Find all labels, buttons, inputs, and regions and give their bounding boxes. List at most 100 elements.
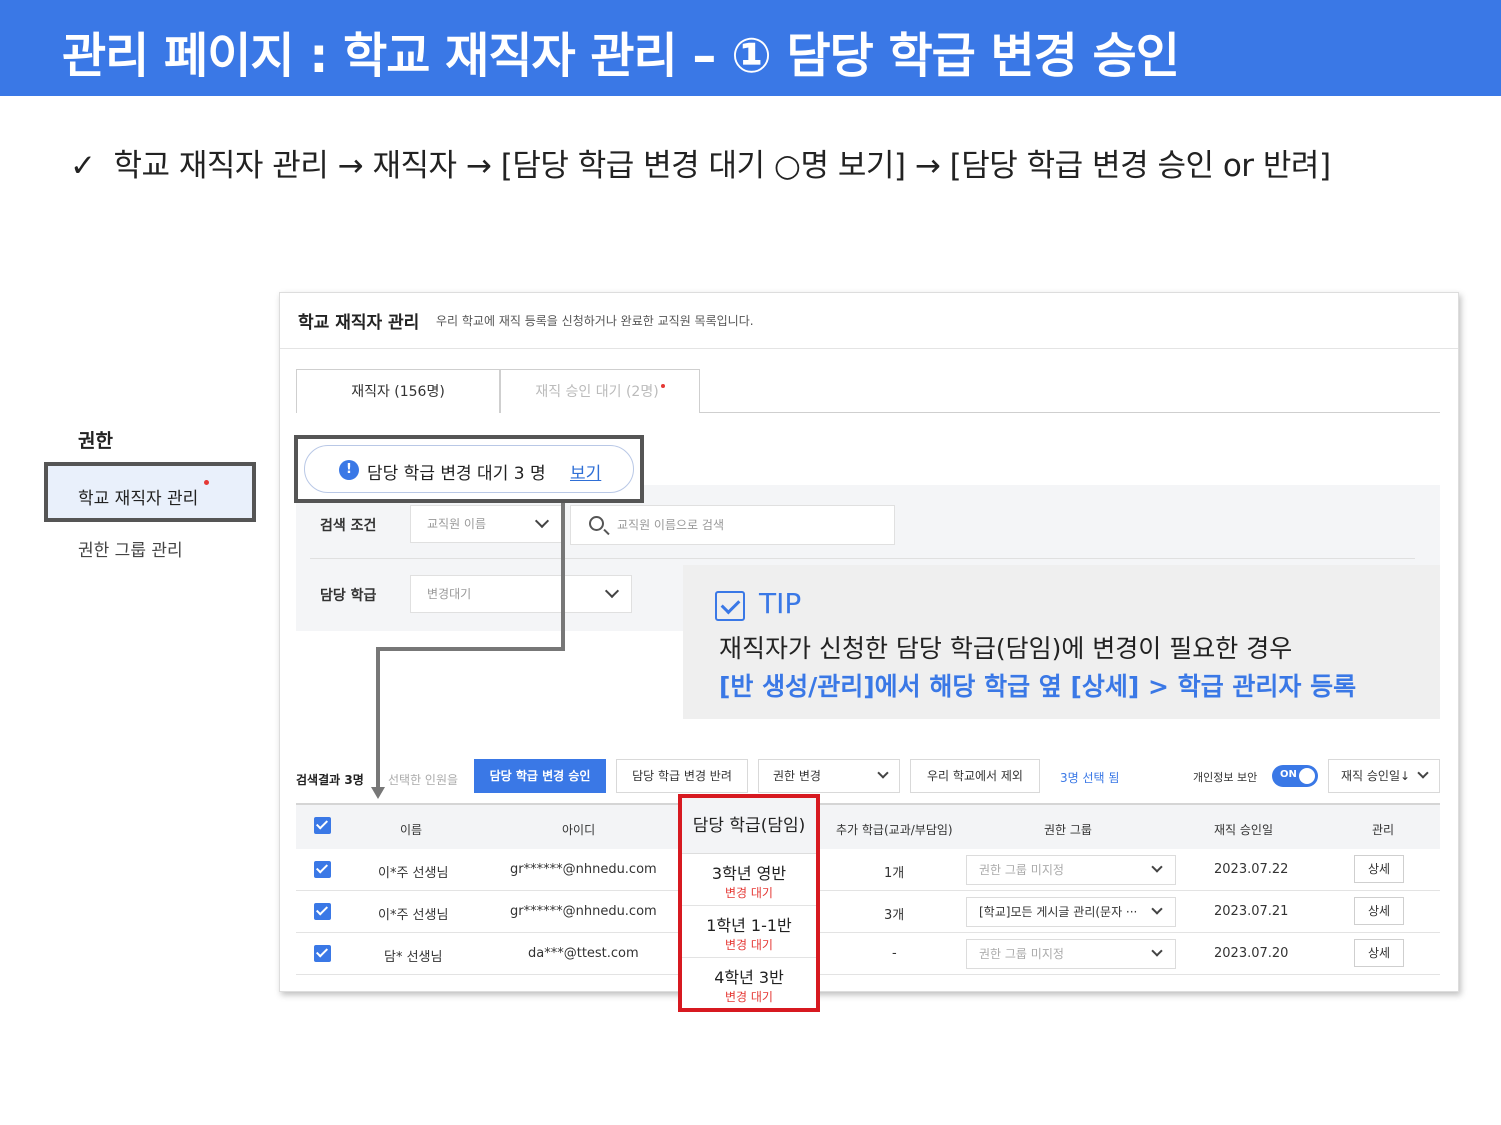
arrow-down-icon xyxy=(371,787,385,799)
chevron-down-icon xyxy=(534,513,550,529)
row-permission-group: 권한 그룹 미지정 xyxy=(979,863,1064,877)
assigned-class: 3학년 영반 xyxy=(711,864,787,883)
checkbox-icon xyxy=(715,591,745,621)
view-pending-link[interactable]: 보기 xyxy=(570,459,601,484)
detail-button[interactable]: 상세 xyxy=(1354,939,1404,967)
assigned-class-column-highlight: 담당 학급(담임) 3학년 영반 변경 대기 1학년 1-1반 변경 대기 4학… xyxy=(678,794,820,1012)
assigned-class-cell: 3학년 영반 변경 대기 xyxy=(682,854,816,906)
sidebar-heading: 권한 xyxy=(78,430,113,452)
chevron-down-icon xyxy=(1151,861,1163,873)
row-approval-date: 2023.07.21 xyxy=(1214,904,1289,919)
privacy-label: 개인정보 보안 xyxy=(1193,771,1258,784)
new-badge-dot xyxy=(204,480,209,485)
row-id: gr******@nhnedu.com xyxy=(510,862,657,877)
header-name: 이름 xyxy=(400,823,423,837)
pending-notice-highlight: ! 담당 학급 변경 대기 3 명 보기 xyxy=(294,435,644,503)
tab-pending-approval[interactable]: 재직 승인 대기 (2명) xyxy=(500,369,700,413)
tip-label: TIP xyxy=(759,587,802,620)
connector-line xyxy=(376,647,565,651)
row-approval-date: 2023.07.20 xyxy=(1214,946,1289,961)
sort-select[interactable]: 재직 승인일↓ xyxy=(1328,759,1440,793)
row-checkbox[interactable] xyxy=(314,945,331,962)
navigation-path: ✓ 학교 재직자 관리 → 재직자 → [담당 학급 변경 대기 ○명 보기] →… xyxy=(70,140,1331,185)
search-input[interactable]: 교직원 이름으로 검색 xyxy=(570,505,895,545)
sort-label: 재직 승인일↓ xyxy=(1341,769,1411,783)
info-icon: ! xyxy=(339,460,359,480)
pending-notice-text: 담당 학급 변경 대기 3 명 xyxy=(367,464,546,484)
search-icon xyxy=(589,516,604,531)
row-extra-class: 3개 xyxy=(884,908,905,923)
search-condition-select[interactable]: 교직원 이름 xyxy=(410,505,562,543)
row-extra-class: 1개 xyxy=(884,866,905,881)
row-permission-group-select[interactable]: [학교]모든 게시글 관리(문자 ··· xyxy=(966,897,1176,927)
row-permission-group-select[interactable]: 권한 그룹 미지정 xyxy=(966,939,1176,969)
class-filter-select[interactable]: 변경대기 xyxy=(410,575,632,613)
assigned-class-cell: 4학년 3반 변경 대기 xyxy=(682,958,816,1010)
chevron-down-icon xyxy=(1151,945,1163,957)
table-row: 담* 선생님 da***@ttest.com - 권한 그룹 미지정 2023.… xyxy=(296,933,1440,975)
header-assigned-class: 담당 학급(담임) xyxy=(682,798,816,854)
header-manage: 관리 xyxy=(1372,823,1395,837)
row-extra-class: - xyxy=(892,946,897,961)
class-status: 변경 대기 xyxy=(725,886,773,900)
row-permission-group-select[interactable]: 권한 그룹 미지정 xyxy=(966,855,1176,885)
selected-count: 3명 선택 됨 xyxy=(1060,771,1120,785)
detail-button[interactable]: 상세 xyxy=(1354,855,1404,883)
assigned-class: 1학년 1-1반 xyxy=(706,916,792,935)
sidebar-item-permission-group[interactable]: 권한 그룹 관리 xyxy=(78,536,183,561)
table-header: 이름 아이디 추가 학급(교과/부담임) 권한 그룹 재직 승인일 관리 xyxy=(296,803,1440,849)
main-panel: 학교 재직자 관리 우리 학교에 재직 등록을 신청하거나 완료한 교직원 목록… xyxy=(279,292,1459,992)
navigation-path-text: 학교 재직자 관리 → 재직자 → [담당 학급 변경 대기 ○명 보기] → … xyxy=(113,148,1331,184)
tab-staff-label: 재직자 (156명) xyxy=(351,384,445,400)
sidebar-item-label: 학교 재직자 관리 xyxy=(78,489,199,509)
select-all-checkbox[interactable] xyxy=(314,817,331,834)
pending-notice: ! 담당 학급 변경 대기 3 명 보기 xyxy=(304,445,634,493)
chevron-down-icon xyxy=(1151,903,1163,915)
tip-instruction: [반 생성/관리]에서 해당 학급 옆 [상세] > 학급 관리자 등록 xyxy=(719,672,1357,701)
table-row: 이*주 선생님 gr******@nhnedu.com 1개 권한 그룹 미지정… xyxy=(296,849,1440,891)
panel-header: 학교 재직자 관리 우리 학교에 재직 등록을 신청하거나 완료한 교직원 목록… xyxy=(280,293,1458,349)
result-count: 검색결과 3명 xyxy=(296,773,364,787)
detail-button[interactable]: 상세 xyxy=(1354,897,1404,925)
permission-change-label: 권한 변경 xyxy=(773,769,821,783)
panel-description: 우리 학교에 재직 등록을 신청하거나 완료한 교직원 목록입니다. xyxy=(436,314,754,328)
header-permission-group: 권한 그룹 xyxy=(1044,823,1092,837)
page-title: 관리 페이지 : 학교 재직자 관리 – ① 담당 학급 변경 승인 xyxy=(62,28,1180,84)
class-status: 변경 대기 xyxy=(725,990,773,1004)
row-checkbox[interactable] xyxy=(314,861,331,878)
exclude-from-school-button[interactable]: 우리 학교에서 제외 xyxy=(910,759,1040,793)
search-condition-label: 검색 조건 xyxy=(320,518,377,534)
row-name: 이*주 선생님 xyxy=(378,908,449,923)
row-name: 담* 선생님 xyxy=(384,950,443,965)
row-checkbox[interactable] xyxy=(314,903,331,920)
header-extra-class: 추가 학급(교과/부담임) xyxy=(836,823,953,837)
privacy-toggle[interactable]: ON xyxy=(1272,765,1318,787)
panel-title: 학교 재직자 관리 xyxy=(298,313,420,333)
permission-change-select[interactable]: 권한 변경 xyxy=(758,759,900,793)
chevron-down-icon xyxy=(604,583,620,599)
search-placeholder: 교직원 이름으로 검색 xyxy=(617,518,724,532)
header-id: 아이디 xyxy=(562,823,596,837)
row-id: da***@ttest.com xyxy=(528,946,639,961)
toggle-knob xyxy=(1299,768,1315,784)
tip-text: 재직자가 신청한 담당 학급(담임)에 변경이 필요한 경우 xyxy=(719,634,1293,663)
sidebar-item-school-staff[interactable]: 학교 재직자 관리 xyxy=(44,462,256,522)
chevron-down-icon xyxy=(877,767,889,779)
search-condition-value: 교직원 이름 xyxy=(427,517,487,531)
row-name: 이*주 선생님 xyxy=(378,866,449,881)
assigned-class: 4학년 3반 xyxy=(714,968,784,987)
class-filter-value: 변경대기 xyxy=(427,587,472,601)
row-id: gr******@nhnedu.com xyxy=(510,904,657,919)
checkmark-icon: ✓ xyxy=(70,148,96,184)
divider xyxy=(310,558,1415,559)
assigned-class-cell: 1학년 1-1반 변경 대기 xyxy=(682,906,816,958)
reject-class-change-button[interactable]: 담당 학급 변경 반려 xyxy=(616,759,748,793)
class-status: 변경 대기 xyxy=(725,938,773,952)
selected-hint: 선택한 인원을 xyxy=(388,773,459,787)
tab-staff[interactable]: 재직자 (156명) xyxy=(296,369,500,413)
row-permission-group: 권한 그룹 미지정 xyxy=(979,947,1064,961)
connector-line xyxy=(376,647,380,789)
approve-class-change-button[interactable]: 담당 학급 변경 승인 xyxy=(474,759,606,793)
chevron-down-icon xyxy=(1417,767,1429,779)
tip-box: TIP 재직자가 신청한 담당 학급(담임)에 변경이 필요한 경우 [반 생성… xyxy=(683,565,1440,719)
